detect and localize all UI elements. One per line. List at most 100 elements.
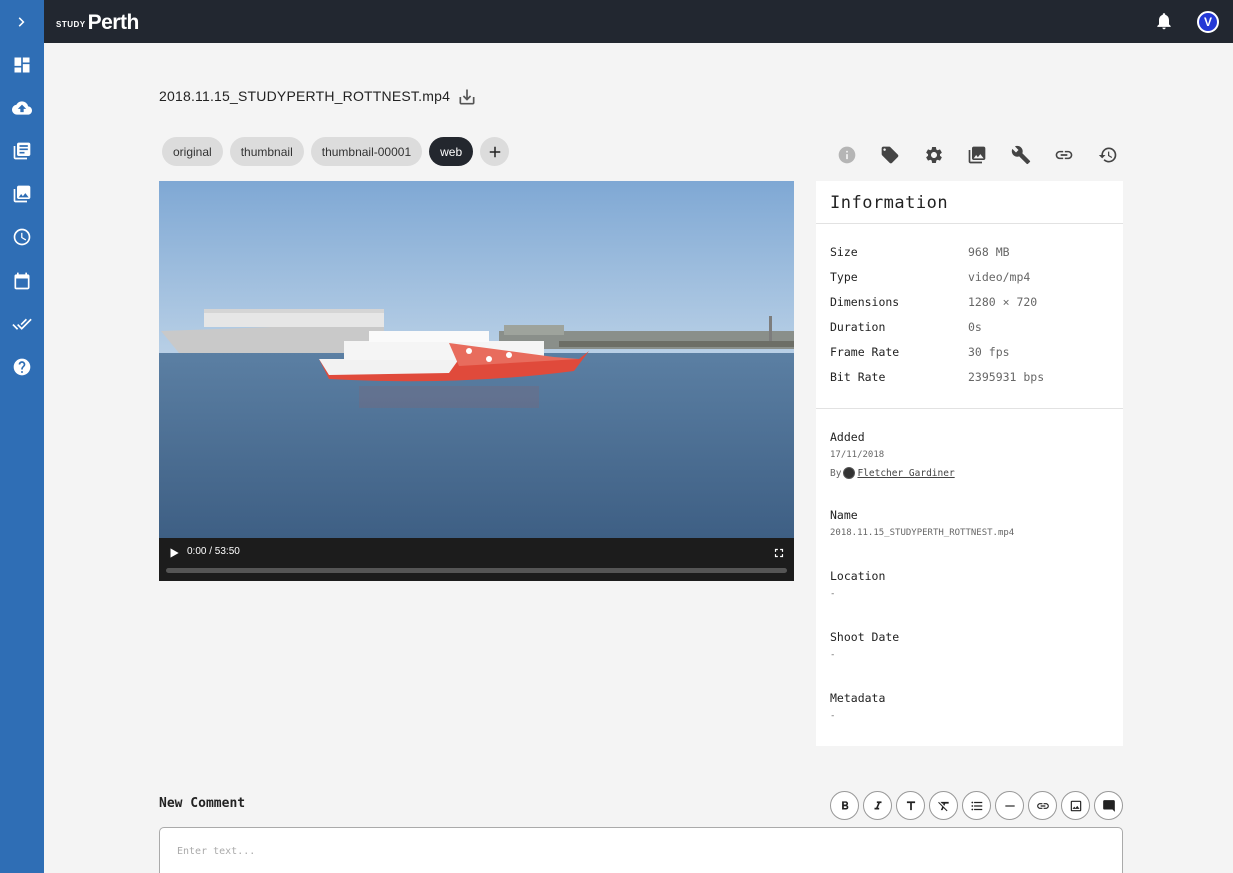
bell-icon bbox=[1157, 13, 1171, 30]
added-by: By Fletcher Gardiner bbox=[830, 467, 955, 479]
shoot-date-label: Shoot Date bbox=[830, 630, 900, 644]
cloud-upload-icon bbox=[12, 101, 32, 115]
calendar-icon bbox=[14, 272, 30, 290]
chat-icon bbox=[1102, 799, 1115, 812]
list-icon bbox=[970, 801, 982, 810]
library-icon bbox=[13, 142, 31, 160]
sidebar-item-collections[interactable] bbox=[0, 176, 44, 212]
done-all-icon bbox=[12, 318, 32, 330]
sidebar-item-calendar[interactable] bbox=[0, 263, 44, 299]
italic-icon bbox=[874, 800, 881, 809]
insert-link-button[interactable] bbox=[1028, 791, 1057, 820]
add-rendition-button[interactable] bbox=[480, 137, 510, 166]
name-value: 2018.11.15_STUDYPERTH_ROTTNEST.mp4 bbox=[830, 528, 1015, 538]
comment-input[interactable] bbox=[177, 846, 1077, 857]
user-avatar[interactable]: V bbox=[1197, 11, 1219, 33]
horizontal-rule-button[interactable] bbox=[995, 791, 1024, 820]
download-button[interactable] bbox=[457, 87, 477, 107]
play-button[interactable] bbox=[167, 545, 181, 559]
tab-tools[interactable] bbox=[999, 144, 1043, 166]
expand-sidebar-button[interactable] bbox=[0, 4, 44, 40]
shoot-date-value: - bbox=[830, 650, 836, 660]
rendition-chip-original[interactable]: original bbox=[162, 137, 223, 166]
tag-icon bbox=[881, 146, 899, 164]
info-value: 30 fps bbox=[968, 345, 1010, 359]
history-icon bbox=[1098, 147, 1117, 163]
sidebar-item-recent[interactable] bbox=[0, 219, 44, 255]
notifications-button[interactable] bbox=[1154, 11, 1174, 31]
rendition-tabs: original thumbnail thumbnail-00001 web bbox=[162, 137, 510, 166]
info-key: Dimensions bbox=[830, 295, 900, 309]
file-title: 2018.11.15_STUDYPERTH_ROTTNEST.mp4 bbox=[159, 88, 451, 104]
divider bbox=[816, 223, 1123, 224]
bold-icon bbox=[841, 800, 848, 809]
text-heading-icon bbox=[906, 800, 915, 810]
info-key: Size bbox=[830, 245, 858, 259]
insert-image-button[interactable] bbox=[1061, 791, 1090, 820]
info-icon bbox=[838, 146, 856, 164]
tab-history[interactable] bbox=[1086, 144, 1130, 166]
tab-tags[interactable] bbox=[869, 144, 913, 166]
info-key: Type bbox=[830, 270, 858, 284]
clock-icon bbox=[13, 228, 31, 246]
comment-mode-button[interactable] bbox=[1094, 791, 1123, 820]
dashboard-icon bbox=[14, 57, 30, 73]
added-by-user-link[interactable]: Fletcher Gardiner bbox=[857, 468, 954, 479]
comment-editor[interactable] bbox=[159, 827, 1123, 873]
bold-button[interactable] bbox=[830, 791, 859, 820]
avatar bbox=[843, 467, 856, 479]
download-icon bbox=[459, 89, 475, 105]
info-value: 968 MB bbox=[968, 245, 1010, 259]
top-bar: STUDY Perth V bbox=[44, 0, 1233, 43]
horizontal-rule-icon bbox=[1004, 804, 1015, 807]
sidebar-item-help[interactable] bbox=[0, 349, 44, 385]
rendition-chip-web[interactable]: web bbox=[429, 137, 474, 166]
comment-toolbar bbox=[830, 791, 1123, 820]
info-row-type: Type video/mp4 bbox=[830, 270, 1110, 286]
info-value: 1280 × 720 bbox=[968, 295, 1038, 309]
location-label: Location bbox=[830, 569, 886, 583]
rendition-chip-thumbnail-00001[interactable]: thumbnail-00001 bbox=[310, 137, 423, 166]
time-display: 0:00 / 53:50 bbox=[187, 546, 240, 557]
brand-prefix: STUDY bbox=[56, 20, 86, 29]
brand-logo[interactable]: STUDY Perth bbox=[56, 9, 139, 35]
photo-library-icon bbox=[13, 185, 31, 203]
info-key: Bit Rate bbox=[830, 370, 886, 384]
info-row-frame-rate: Frame Rate 30 fps bbox=[830, 345, 1110, 361]
sidebar-item-upload[interactable] bbox=[0, 90, 44, 126]
added-label: Added bbox=[830, 430, 865, 444]
info-value: video/mp4 bbox=[968, 270, 1031, 284]
clear-format-button[interactable] bbox=[929, 791, 958, 820]
italic-button[interactable] bbox=[863, 791, 892, 820]
sidebar-item-library[interactable] bbox=[0, 133, 44, 169]
tab-information[interactable] bbox=[825, 144, 869, 166]
image-icon bbox=[1070, 800, 1081, 811]
info-row-size: Size 968 MB bbox=[830, 245, 1110, 261]
video-player[interactable]: 0:00 / 53:50 bbox=[159, 181, 794, 581]
info-row-bit-rate: Bit Rate 2395931 bps bbox=[830, 370, 1110, 386]
tab-collections[interactable] bbox=[956, 144, 1000, 166]
link-icon bbox=[1055, 150, 1073, 160]
bullet-list-button[interactable] bbox=[962, 791, 991, 820]
information-panel: Information Size 968 MB Type video/mp4 D… bbox=[816, 181, 1123, 746]
info-value: 0s bbox=[968, 320, 982, 334]
tab-settings[interactable] bbox=[912, 144, 956, 166]
sidebar-item-dashboard[interactable] bbox=[0, 47, 44, 83]
tab-links[interactable] bbox=[1043, 144, 1087, 166]
plus-icon bbox=[489, 146, 500, 157]
name-label: Name bbox=[830, 508, 858, 522]
sidebar-item-approvals[interactable] bbox=[0, 306, 44, 342]
video-controls: 0:00 / 53:50 bbox=[159, 538, 794, 581]
rendition-chip-thumbnail[interactable]: thumbnail bbox=[229, 137, 304, 166]
heading-button[interactable] bbox=[896, 791, 925, 820]
metadata-value: - bbox=[830, 711, 836, 721]
location-value: - bbox=[830, 589, 836, 599]
new-comment-title: New Comment bbox=[159, 796, 246, 811]
divider bbox=[816, 408, 1123, 409]
video-frame[interactable] bbox=[159, 181, 794, 538]
wrench-icon bbox=[1011, 145, 1030, 165]
added-date: 17/11/2018 bbox=[830, 450, 885, 460]
fullscreen-button[interactable] bbox=[772, 545, 786, 559]
seek-bar[interactable] bbox=[166, 568, 787, 573]
chevron-right-icon bbox=[18, 17, 25, 27]
